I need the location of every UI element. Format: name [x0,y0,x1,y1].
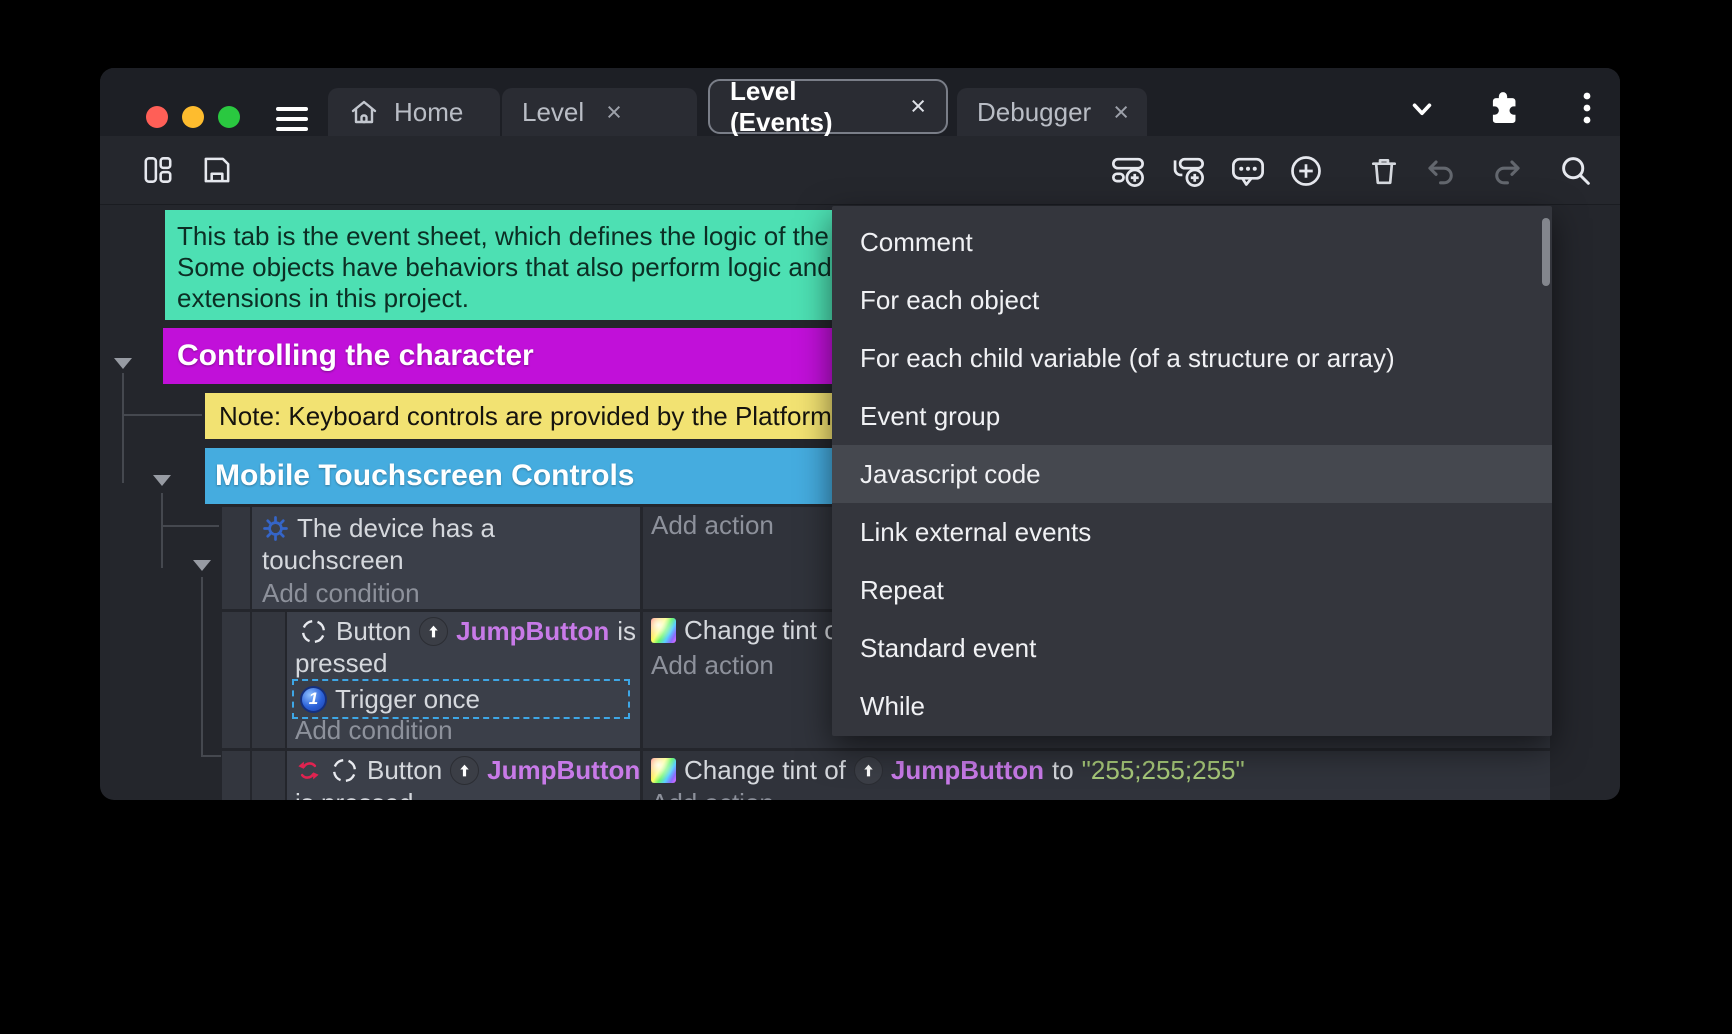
note-text: Note: Keyboard controls are provided by … [219,401,832,432]
subevent-margin[interactable] [252,612,285,748]
toolbar: Preview Publish [100,136,1620,205]
close-icon[interactable]: × [902,91,926,122]
menu-scrollbar-thumb[interactable] [1542,218,1550,286]
tree-line [201,577,203,757]
menu-item-javascript-code[interactable]: Javascript code [832,445,1552,503]
tint-color-icon [651,618,676,643]
gamepad-button-icon [299,617,328,646]
addons-puzzle-icon[interactable] [1484,88,1522,126]
menu-item-for-each-object[interactable]: For each object [832,271,1552,329]
condition-text: Button [336,616,411,647]
condition-text: The device has a [297,513,495,544]
action-cell[interactable]: Change tint of JumpButton to "255;255;25… [643,751,1550,800]
collapse-arrow-icon[interactable] [153,475,171,486]
close-icon[interactable]: × [1105,97,1129,128]
close-icon[interactable]: × [598,97,622,128]
action-text: to [1052,755,1074,786]
add-condition-link[interactable]: Add condition [295,715,453,746]
menu-item-while[interactable]: While [832,677,1552,735]
object-name: JumpButton [456,616,609,647]
selected-condition-trigger-once[interactable]: 1 Trigger once [292,679,630,719]
delete-icon[interactable] [1366,153,1402,189]
condition-cell[interactable]: Button JumpButton is pressed 1 Trigger o… [287,612,640,748]
menu-item-event-group[interactable]: Event group [832,387,1552,445]
menu-item-standard-event[interactable]: Standard event [832,619,1552,677]
condition-cell[interactable]: The device has a touchscreen Add conditi… [252,507,640,609]
add-action-link[interactable]: Add action [651,788,774,800]
main-menu-icon[interactable] [276,107,308,137]
tree-line [122,373,124,483]
kebab-menu-icon[interactable] [1572,88,1602,128]
action-text: Change tint of [684,755,846,786]
condition-text: Trigger once [335,684,480,715]
menu-item-repeat[interactable]: Repeat [832,561,1552,619]
subgroup-title: Mobile Touchscreen Controls [215,459,635,493]
add-action-link[interactable]: Add action [651,650,774,681]
tab-bar: Home Level × Level (Events) × Debugger × [100,68,1620,136]
inverted-condition-icon [295,757,322,784]
tint-color-icon [651,758,676,783]
collapse-arrow-icon[interactable] [193,560,211,571]
add-subevent-icon[interactable] [1170,153,1206,189]
condition-cell[interactable]: Button JumpButton is pressed [287,751,640,800]
group-title: Controlling the character [177,339,534,373]
system-gear-icon [262,515,289,542]
trigger-once-icon: 1 [300,686,327,713]
tab-label: Debugger [977,97,1091,128]
undo-icon[interactable] [1422,153,1458,189]
condition-text: is pressed [295,788,414,800]
add-event-context-menu: Comment For each object For each child v… [832,206,1552,736]
event-margin[interactable] [222,612,250,748]
condition-text: touchscreen [262,545,404,576]
tab-debugger[interactable]: Debugger × [957,88,1147,136]
app-window: Home Level × Level (Events) × Debugger × [100,68,1620,800]
tree-line [161,525,219,527]
traffic-light-close[interactable] [146,106,168,128]
add-action-link[interactable]: Add action [651,510,774,541]
subevent-margin[interactable] [252,751,285,800]
screen: Home Level × Level (Events) × Debugger × [0,0,1732,1034]
instance-up-arrow-icon [450,756,479,785]
menu-item-link-external-events[interactable]: Link external events [832,503,1552,561]
menu-item-comment[interactable]: Comment [832,213,1552,271]
redo-icon[interactable] [1490,153,1526,189]
tree-line [122,414,202,416]
action-value: "255;255;255" [1082,755,1245,786]
save-icon[interactable] [200,153,234,187]
chevron-down-icon[interactable] [1405,92,1439,126]
object-name: JumpButton [487,755,640,786]
condition-text: pressed [295,648,388,679]
add-object-icon[interactable] [1288,153,1324,189]
tab-label: Level [522,97,584,128]
condition-text: Button [367,755,442,786]
add-condition-link[interactable]: Add condition [262,578,420,609]
condition-text: is [617,616,636,647]
home-icon [348,96,380,128]
tab-label: Level (Events) [730,76,888,138]
tab-label: Home [394,97,463,128]
tree-line [161,493,163,568]
tab-level-events[interactable]: Level (Events) × [708,79,948,134]
traffic-light-minimize[interactable] [182,106,204,128]
object-name: JumpButton [891,755,1044,786]
tab-home[interactable]: Home [328,88,500,136]
tab-level[interactable]: Level × [502,88,697,136]
layout-view-icon[interactable] [141,153,175,187]
instance-up-arrow-icon [419,617,448,646]
gamepad-button-icon [330,756,359,785]
menu-item-for-each-child-variable[interactable]: For each child variable (of a structure … [832,329,1552,387]
event-margin[interactable] [222,751,250,800]
collapse-arrow-icon[interactable] [114,358,132,369]
tree-line [201,755,221,757]
traffic-light-zoom[interactable] [218,106,240,128]
instance-up-arrow-icon [854,756,883,785]
event-margin[interactable] [222,507,250,609]
action-text: Change tint o [684,615,839,646]
add-event-icon[interactable] [1110,153,1146,189]
search-icon[interactable] [1558,153,1594,189]
add-comment-icon[interactable] [1230,153,1266,189]
